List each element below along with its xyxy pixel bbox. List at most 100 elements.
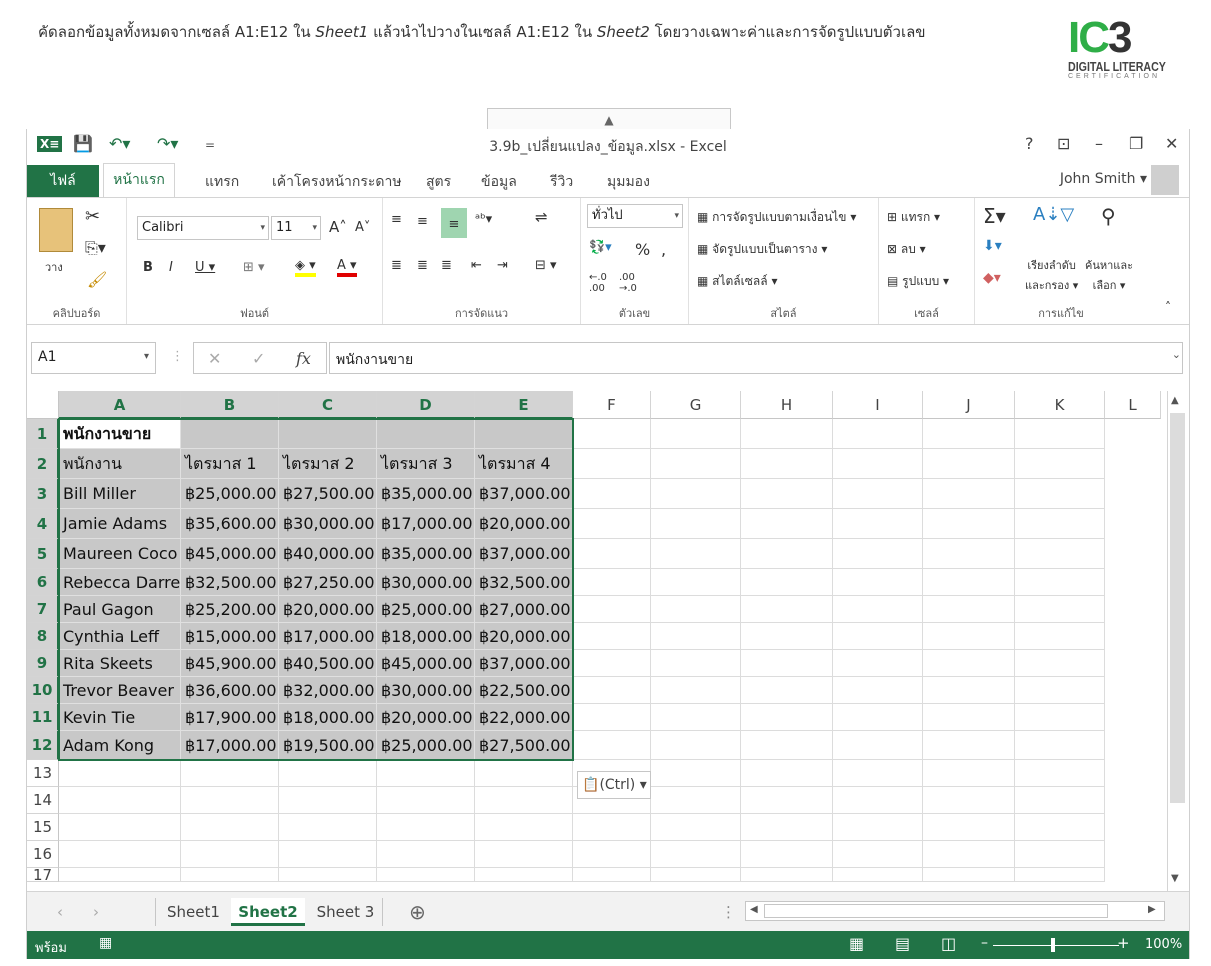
row-header-6[interactable]: 6 [27,569,59,596]
number-format-select[interactable]: ทั่วไป ▾ [587,204,683,228]
cell-e10[interactable]: ฿22,500.00 [475,677,573,704]
delete-cells-button[interactable]: ⊠ ลบ ▾ [887,240,926,259]
cell-g15[interactable] [651,814,741,841]
cell-f4[interactable] [573,509,651,539]
cell-e11[interactable]: ฿22,000.00 [475,704,573,731]
italic-icon[interactable]: I [169,260,173,275]
align-middle-icon[interactable]: ≡ [417,214,428,229]
cell-k8[interactable] [1015,623,1105,650]
cell-b12[interactable]: ฿17,000.00 [181,731,279,760]
cell-h12[interactable] [741,731,833,760]
cell-e7[interactable]: ฿27,000.00 [475,596,573,623]
cell-j2[interactable] [923,449,1015,479]
font-color-icon[interactable]: A ▾ [337,258,357,277]
row-header-8[interactable]: 8 [27,623,59,650]
cell-g5[interactable] [651,539,741,569]
cell-d8[interactable]: ฿18,000.00 [377,623,475,650]
cell-f15[interactable] [573,814,651,841]
cell-a13[interactable] [59,760,181,787]
cell-j14[interactable] [923,787,1015,814]
cell-a4[interactable]: Jamie Adams [59,509,181,539]
align-left-icon[interactable]: ≣ [391,258,402,273]
row-header-7[interactable]: 7 [27,596,59,623]
cell-a16[interactable] [59,841,181,868]
cell-h15[interactable] [741,814,833,841]
cell-b1[interactable] [181,419,279,449]
cell-e12[interactable]: ฿27,500.00 [475,731,573,760]
cell-k3[interactable] [1015,479,1105,509]
cell-b9[interactable]: ฿45,900.00 [181,650,279,677]
cut-icon[interactable]: ✂ [85,206,100,227]
tab-insert[interactable]: แทรก [205,171,239,193]
cell-g8[interactable] [651,623,741,650]
cell-c12[interactable]: ฿19,500.00 [279,731,377,760]
binoculars-icon[interactable]: ⚲ [1101,204,1116,228]
conditional-formatting-button[interactable]: ▦ การจัดรูปแบบตามเงื่อนไข ▾ [697,208,856,227]
expand-formula-bar-icon[interactable]: ⌄ [1172,348,1181,361]
tab-formulas[interactable]: สูตร [426,171,451,193]
collapse-ribbon-icon[interactable]: ˄ [1165,300,1171,314]
underline-icon[interactable]: U ▾ [195,260,215,275]
font-name-select[interactable]: Calibri ▾ [137,216,269,240]
cell-f2[interactable] [573,449,651,479]
cell-f1[interactable] [573,419,651,449]
cell-a17[interactable] [59,868,181,882]
cancel-icon[interactable]: ✕ [208,349,221,368]
cell-d9[interactable]: ฿45,000.00 [377,650,475,677]
cell-c13[interactable] [279,760,377,787]
cell-c15[interactable] [279,814,377,841]
cell-b4[interactable]: ฿35,600.00 [181,509,279,539]
cell-f8[interactable] [573,623,651,650]
row-header-3[interactable]: 3 [27,479,59,509]
cell-g12[interactable] [651,731,741,760]
hscroll-thumb[interactable] [764,904,1108,918]
cell-b14[interactable] [181,787,279,814]
sort-filter-icon[interactable]: A⇣▽ [1033,204,1074,225]
scroll-down-icon[interactable]: ▼ [1171,873,1179,884]
cell-b5[interactable]: ฿45,000.00 [181,539,279,569]
cell-b10[interactable]: ฿36,600.00 [181,677,279,704]
find-select-button[interactable]: ค้นหาและ เลือก ▾ [1085,256,1133,296]
cell-d16[interactable] [377,841,475,868]
cell-b13[interactable] [181,760,279,787]
cell-i14[interactable] [833,787,923,814]
row-header-4[interactable]: 4 [27,509,59,539]
macro-record-icon[interactable]: ▦ [99,935,112,951]
orientation-icon[interactable]: ᵃᵇ▾ [475,212,492,227]
avatar[interactable] [1151,165,1179,195]
column-header-i[interactable]: I [833,391,923,419]
cell-j13[interactable] [923,760,1015,787]
increase-indent-icon[interactable]: ⇥ [497,258,508,273]
cell-k5[interactable] [1015,539,1105,569]
cell-a1[interactable]: พนักงานขาย [59,419,181,449]
cell-c8[interactable]: ฿17,000.00 [279,623,377,650]
sheet-tab-sheet2[interactable]: Sheet2 [231,898,305,926]
cell-f16[interactable] [573,841,651,868]
cell-c3[interactable]: ฿27,500.00 [279,479,377,509]
cell-i9[interactable] [833,650,923,677]
column-header-a[interactable]: A [59,391,181,419]
cell-i13[interactable] [833,760,923,787]
cell-f7[interactable] [573,596,651,623]
cell-j3[interactable] [923,479,1015,509]
cell-j11[interactable] [923,704,1015,731]
cell-k6[interactable] [1015,569,1105,596]
cell-d10[interactable]: ฿30,000.00 [377,677,475,704]
cell-f5[interactable] [573,539,651,569]
cell-k2[interactable] [1015,449,1105,479]
cell-j15[interactable] [923,814,1015,841]
normal-view-icon[interactable]: ▦ [849,934,864,953]
cell-j8[interactable] [923,623,1015,650]
cell-c11[interactable]: ฿18,000.00 [279,704,377,731]
cell-j12[interactable] [923,731,1015,760]
cell-h16[interactable] [741,841,833,868]
insert-function-icon[interactable]: fx [296,349,311,368]
paste-icon[interactable] [39,208,73,252]
cell-b2[interactable]: ไตรมาส 1 [181,449,279,479]
shrink-font-icon[interactable]: A˅ [355,220,370,235]
cell-d6[interactable]: ฿30,000.00 [377,569,475,596]
column-header-e[interactable]: E [475,391,573,419]
cell-e6[interactable]: ฿32,500.00 [475,569,573,596]
column-header-f[interactable]: F [573,391,651,419]
cell-g4[interactable] [651,509,741,539]
